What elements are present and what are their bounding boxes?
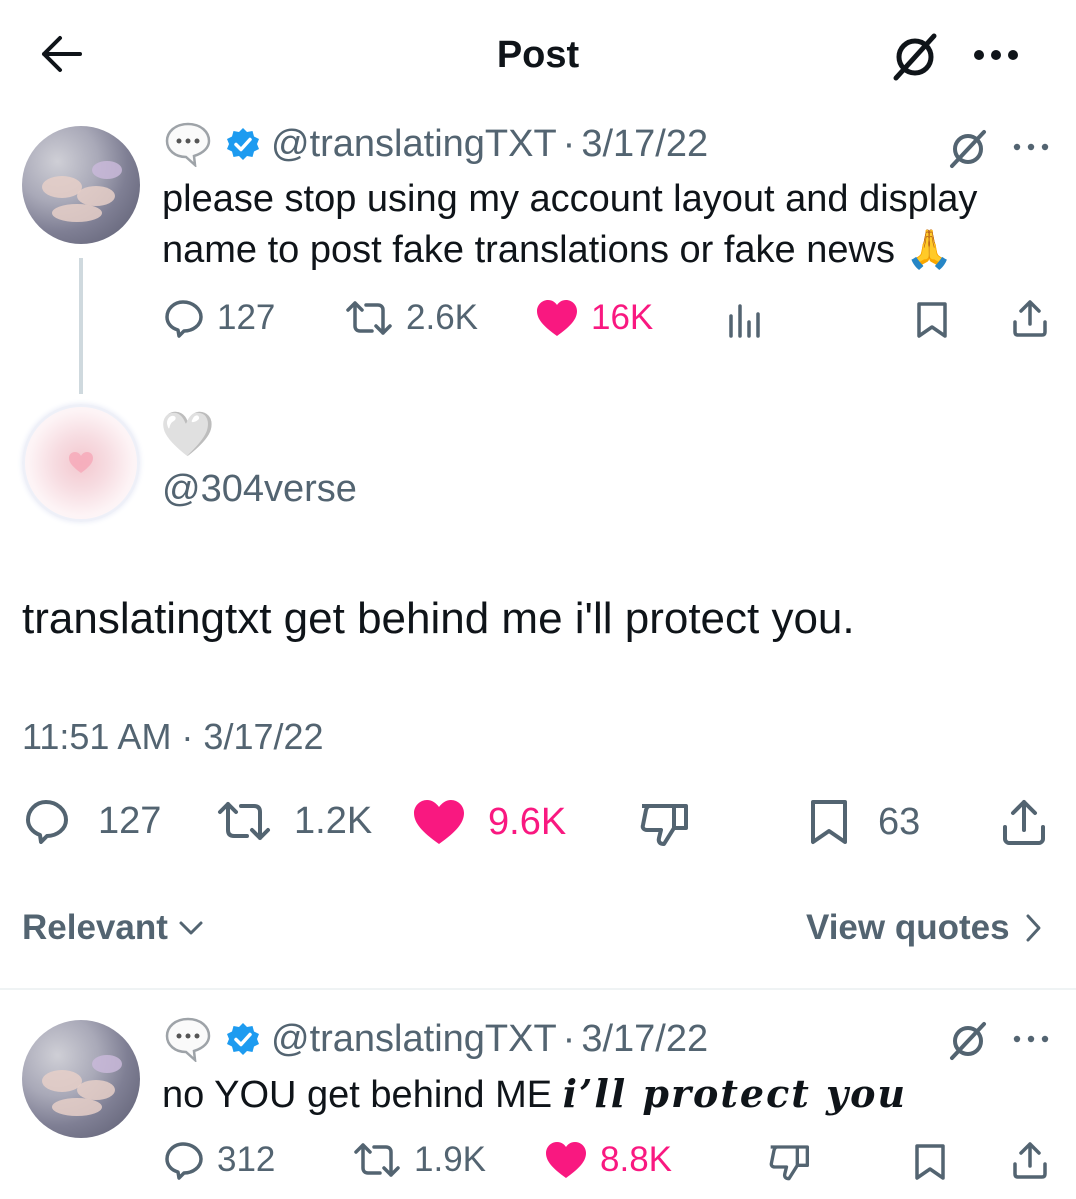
verified-badge-icon <box>225 1021 261 1057</box>
retweet-button[interactable]: 1.9K <box>352 1140 486 1180</box>
bookmark-icon[interactable] <box>914 300 950 340</box>
reply-button[interactable]: 127 <box>163 298 275 338</box>
retweet-count: 1.9K <box>414 1140 486 1179</box>
reply-icon <box>163 298 205 338</box>
speech-bubble-icon <box>163 1016 213 1062</box>
bookmark-icon[interactable] <box>912 1142 948 1182</box>
tweet-text: please stop using my account layout and … <box>162 178 978 271</box>
analytics-icon[interactable] <box>727 302 763 338</box>
sort-label: Relevant <box>22 908 168 947</box>
reply-count: 127 <box>98 799 162 842</box>
retweet-count: 1.2K <box>294 799 373 842</box>
tweet-handle[interactable]: @translatingTXT <box>271 1018 557 1061</box>
avatar[interactable] <box>22 404 140 522</box>
like-count: 9.6K <box>488 800 567 843</box>
reply-button[interactable]: 127 <box>24 798 161 844</box>
tweet-date[interactable]: 3/17/22 <box>581 1018 708 1061</box>
like-count: 8.8K <box>600 1140 672 1179</box>
reply-count: 312 <box>217 1140 276 1179</box>
heart-filled-icon <box>544 1140 588 1180</box>
bookmark-count: 63 <box>878 800 921 843</box>
display-name-emoji: 🤍 <box>160 410 215 459</box>
more-options-icon[interactable] <box>1012 142 1050 152</box>
retweet-button[interactable]: 2.6K <box>344 298 478 338</box>
sort-dropdown[interactable]: Relevant <box>22 908 204 948</box>
like-count: 16K <box>591 298 654 337</box>
separator: · <box>562 1017 576 1060</box>
reply-icon <box>24 798 70 844</box>
like-button[interactable]: 9.6K <box>412 798 566 846</box>
downvote-icon[interactable] <box>638 800 690 848</box>
retweet-icon <box>352 1140 402 1180</box>
thread-connector <box>79 258 83 394</box>
tweet-header: @translatingTXT · 3/17/22 <box>163 1016 708 1062</box>
retweet-icon <box>216 798 272 844</box>
tweet-date[interactable]: 3/17/22 <box>581 123 708 166</box>
chevron-right-icon <box>1024 913 1042 943</box>
tweet-text: no YOU get behind ME i’ll protect you <box>162 1068 907 1121</box>
share-icon[interactable] <box>1000 798 1048 846</box>
verified-badge-icon <box>225 126 261 162</box>
tweet-text-styled: i’ll protect you <box>562 1071 908 1116</box>
share-icon[interactable] <box>1010 1140 1050 1180</box>
retweet-icon <box>344 298 394 338</box>
downvote-icon[interactable] <box>767 1142 811 1182</box>
tweet-text-plain: no YOU get behind ME <box>162 1074 563 1116</box>
grok-icon[interactable] <box>947 1020 989 1062</box>
tweet-timestamp: 11:51 AM · 3/17/22 <box>22 716 324 757</box>
retweet-count: 2.6K <box>406 298 478 337</box>
separator: · <box>562 122 576 165</box>
bookmark-icon <box>808 798 850 846</box>
more-options-icon[interactable] <box>972 48 1020 62</box>
avatar[interactable] <box>22 1020 140 1138</box>
speech-bubble-icon <box>163 121 213 167</box>
grok-icon[interactable] <box>890 32 940 82</box>
chevron-down-icon <box>178 919 204 937</box>
tweet-text: translatingtxt get behind me i'll protec… <box>22 594 855 643</box>
share-icon[interactable] <box>1010 298 1050 338</box>
view-quotes-label: View quotes <box>806 908 1010 947</box>
section-divider <box>0 988 1076 990</box>
bookmark-button[interactable]: 63 <box>808 798 920 846</box>
tweet-handle[interactable]: @304verse <box>162 468 357 511</box>
like-button[interactable]: 16K <box>535 298 653 338</box>
heart-filled-icon <box>412 798 466 846</box>
tweet-handle[interactable]: @translatingTXT <box>271 123 557 166</box>
reply-icon <box>163 1140 205 1180</box>
heart-filled-icon <box>535 298 579 338</box>
tweet-header: @translatingTXT · 3/17/22 <box>163 121 708 167</box>
retweet-button[interactable]: 1.2K <box>216 798 372 844</box>
reply-count: 127 <box>217 298 276 337</box>
reply-button[interactable]: 312 <box>163 1140 275 1180</box>
like-button[interactable]: 8.8K <box>544 1140 672 1180</box>
avatar[interactable] <box>22 126 140 244</box>
more-options-icon[interactable] <box>1012 1034 1050 1044</box>
view-quotes-link[interactable]: View quotes <box>806 908 1042 948</box>
grok-icon[interactable] <box>947 128 989 170</box>
